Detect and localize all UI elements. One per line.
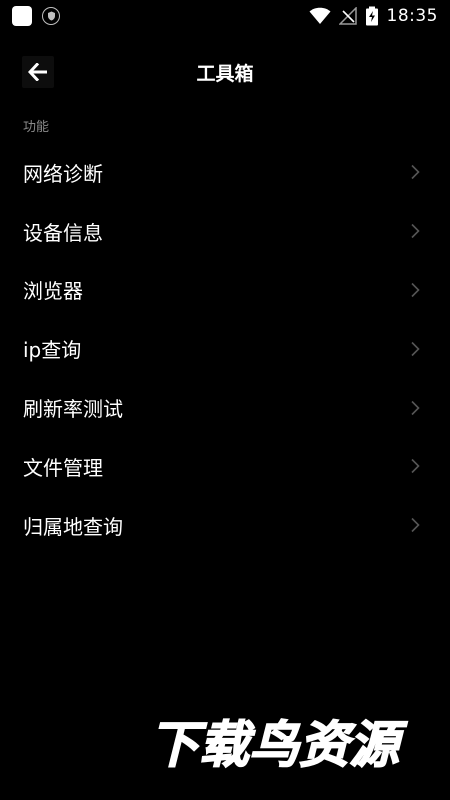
- no-signal-icon: [338, 7, 357, 25]
- battery-charging-icon: [365, 6, 378, 26]
- status-time: 18:35: [386, 6, 438, 26]
- menu-item-label: 文件管理: [23, 455, 103, 480]
- menu-item-label: 设备信息: [23, 220, 103, 245]
- menu-item-label: 浏览器: [23, 279, 83, 304]
- chevron-right-icon: [410, 164, 422, 180]
- watermark-text: 下载鸟资源: [149, 716, 408, 774]
- screen: 18:35 工具箱 功能 网络诊断 设备信息 浏览器 ip查询 刷新率测试 文件…: [0, 0, 450, 800]
- menu-item-file-manager[interactable]: 文件管理: [0, 437, 450, 496]
- menu-item-label: 归属地查询: [23, 514, 123, 539]
- menu-item-ip-lookup[interactable]: ip查询: [0, 319, 450, 378]
- status-left: [12, 6, 60, 26]
- status-bar: 18:35: [0, 0, 450, 32]
- chevron-right-icon: [410, 223, 422, 239]
- wifi-icon: [309, 7, 330, 25]
- menu-item-location-lookup[interactable]: 归属地查询: [0, 496, 450, 555]
- app-header: 工具箱: [0, 42, 450, 102]
- chevron-right-icon: [410, 400, 422, 416]
- app-icon: [12, 6, 32, 26]
- menu-item-label: ip查询: [23, 338, 82, 363]
- arrow-left-icon: [28, 63, 47, 81]
- chevron-right-icon: [410, 458, 422, 474]
- section-label: 功能: [23, 120, 50, 135]
- chevron-right-icon: [410, 341, 422, 357]
- chevron-right-icon: [410, 517, 422, 533]
- watermark-logo: 下载鸟资源: [148, 715, 408, 774]
- page-title: 工具箱: [196, 62, 254, 85]
- back-button[interactable]: [22, 56, 54, 88]
- chevron-right-icon: [410, 282, 422, 298]
- menu-item-refresh-rate-test[interactable]: 刷新率测试: [0, 378, 450, 437]
- shield-icon: [42, 7, 60, 25]
- status-right: 18:35: [309, 6, 439, 26]
- menu-item-label: 网络诊断: [23, 161, 103, 186]
- menu-list: 网络诊断 设备信息 浏览器 ip查询 刷新率测试 文件管理 归属地查询: [0, 143, 450, 555]
- menu-item-device-info[interactable]: 设备信息: [0, 202, 450, 261]
- menu-item-network-diagnosis[interactable]: 网络诊断: [0, 143, 450, 202]
- menu-item-label: 刷新率测试: [23, 397, 123, 422]
- menu-item-browser[interactable]: 浏览器: [0, 261, 450, 320]
